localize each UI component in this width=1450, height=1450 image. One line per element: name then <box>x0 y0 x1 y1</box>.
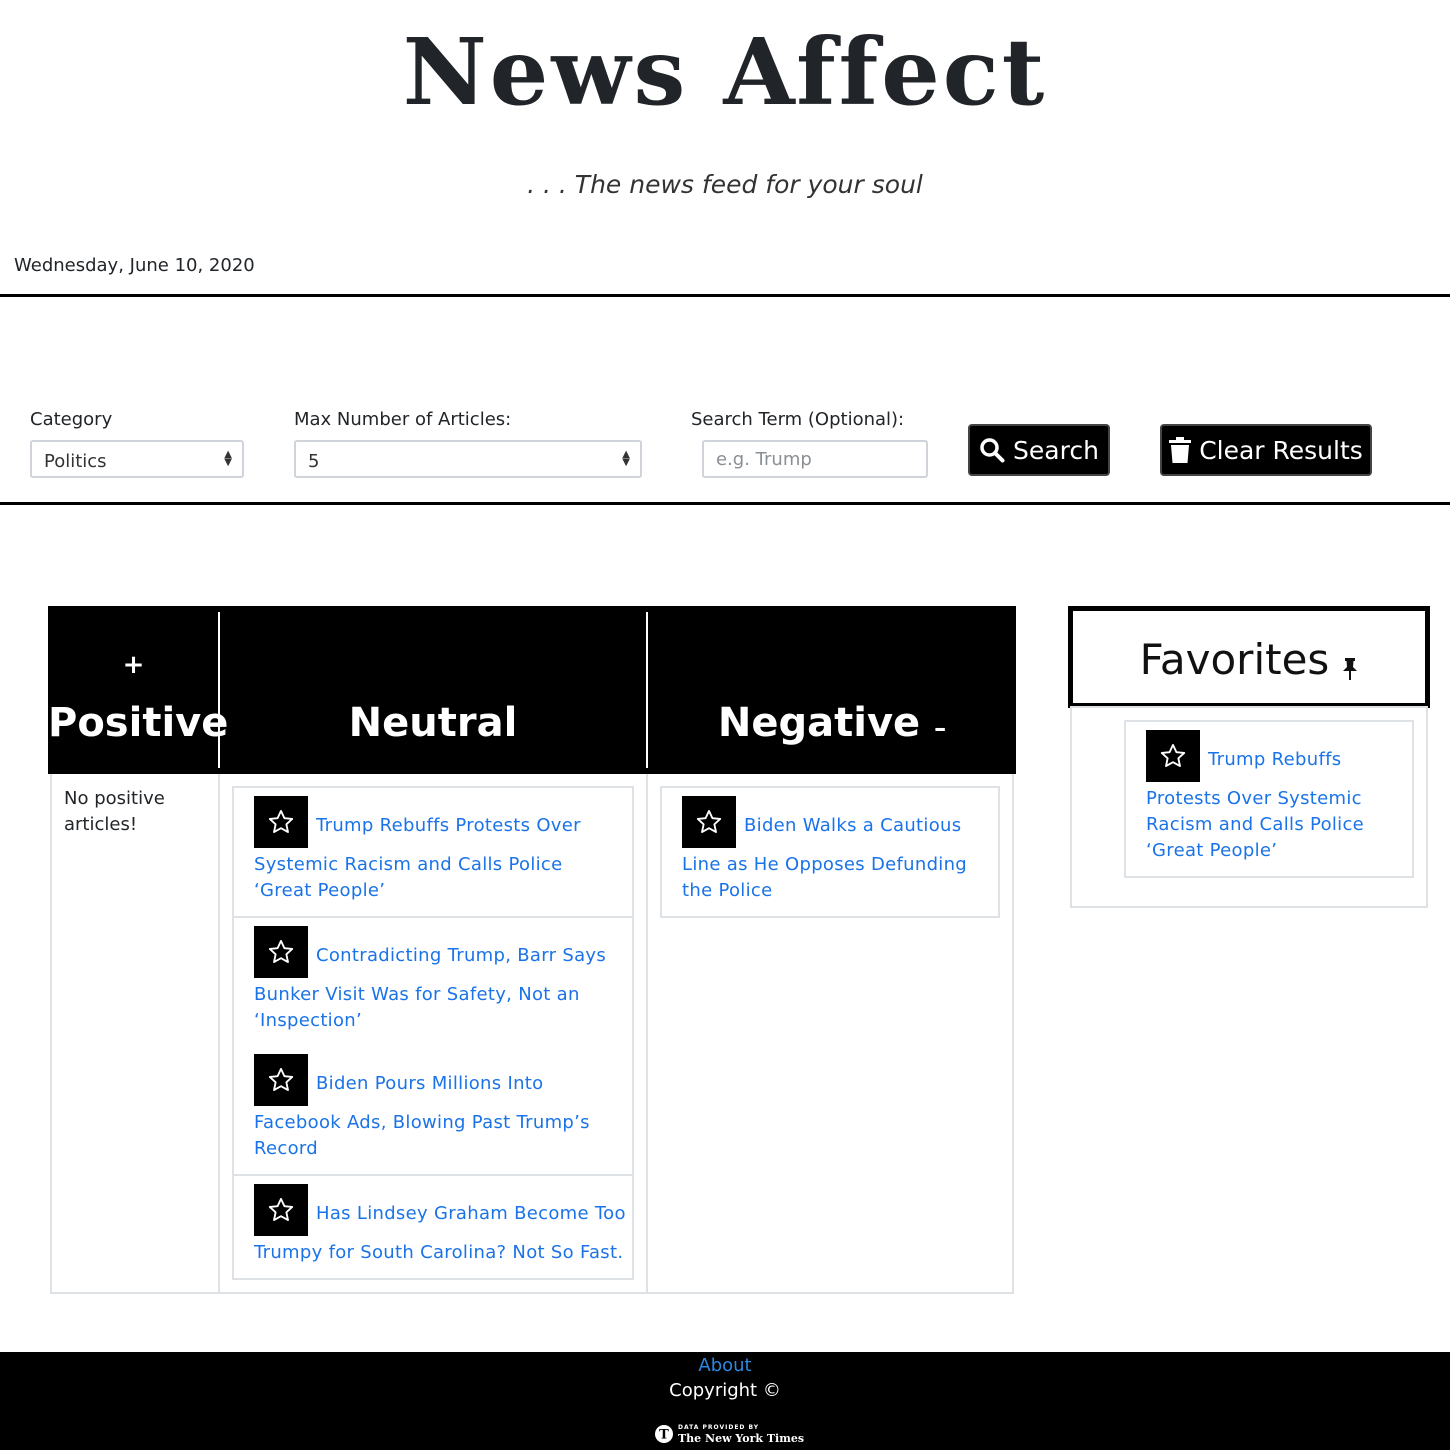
plus-icon: + <box>122 650 145 680</box>
credit-small-text: DATA PROVIDED BY <box>678 1423 760 1431</box>
negative-column-header: Negative – <box>648 606 1016 774</box>
article-link-continued[interactable]: Facebook Ads, Blowing Past Trump’s Recor… <box>254 1110 622 1162</box>
article-link-continued[interactable]: Trumpy for South Carolina? Not So Fast. <box>254 1240 628 1266</box>
search-icon <box>980 438 1005 463</box>
article-link-continued[interactable]: Line as He Opposes Defunding the Police <box>682 852 988 904</box>
positive-column-header: + Positive <box>48 606 229 774</box>
category-label: Category <box>30 409 113 430</box>
nyt-logo-icon: T <box>655 1425 673 1443</box>
nyt-attribution: T DATA PROVIDED BY The New York Times <box>654 1424 804 1444</box>
select-arrows-icon: ▲ ▼ <box>622 449 630 468</box>
copyright-text: Copyright © <box>669 1380 781 1401</box>
star-icon <box>1160 743 1186 767</box>
positive-heading: Positive <box>48 700 229 746</box>
negative-heading-row: Negative – <box>648 700 1016 746</box>
article-link[interactable]: Contradicting Trump, Barr Says <box>316 945 606 966</box>
article-item: Biden Pours Millions Into Facebook Ads, … <box>254 1054 622 1162</box>
article-item: Biden Walks a Cautious Line as He Oppose… <box>682 796 988 904</box>
article-item: Trump Rebuffs Protests Over Systemic Rac… <box>254 796 622 904</box>
max-articles-select[interactable]: 5 ▲ ▼ <box>294 440 642 478</box>
article-link-continued[interactable]: Protests Over Systemic Racism and Calls … <box>1146 786 1402 864</box>
favorite-star-button[interactable] <box>254 926 308 978</box>
category-value: Politics <box>44 451 107 472</box>
article-item: Contradicting Trump, Barr Says Bunker Vi… <box>254 926 622 1034</box>
max-articles-value: 5 <box>308 451 320 472</box>
site-tagline: . . . The news feed for your soul <box>527 170 923 199</box>
search-button-label: Search <box>1013 435 1099 465</box>
article-link[interactable]: Has Lindsey Graham Become Too <box>316 1203 626 1224</box>
article-link-continued[interactable]: Bunker Visit Was for Safety, Not an ‘Ins… <box>254 982 622 1034</box>
star-icon <box>696 809 722 833</box>
search-input[interactable] <box>702 440 928 478</box>
no-positive-articles-text: No positive articles! <box>64 788 165 835</box>
top-divider <box>0 294 1450 297</box>
column-divider <box>218 774 220 1294</box>
max-articles-label: Max Number of Articles: <box>294 409 512 430</box>
select-arrows-icon: ▲ ▼ <box>224 449 232 468</box>
column-divider <box>646 774 648 1294</box>
article-item: Has Lindsey Graham Become Too Trumpy for… <box>254 1184 628 1266</box>
neutral-column-header: Neutral <box>220 606 646 774</box>
negative-heading: Negative <box>717 700 921 746</box>
category-select[interactable]: Politics ▲ ▼ <box>30 440 244 478</box>
star-icon <box>268 939 294 963</box>
filter-divider <box>0 502 1450 505</box>
sentiment-table-header: + Positive Neutral Negative – <box>48 606 1016 774</box>
favorites-title: Favorites <box>1139 635 1330 684</box>
credit-big-text: The New York Times <box>678 1431 805 1445</box>
nyt-credit-text: DATA PROVIDED BY The New York Times <box>678 1423 805 1445</box>
clear-results-button[interactable]: Clear Results <box>1160 424 1372 476</box>
search-button[interactable]: Search <box>968 424 1110 476</box>
favorite-star-button[interactable] <box>254 1184 308 1236</box>
page-footer: About Copyright © T DATA PROVIDED BY The… <box>0 1352 1450 1450</box>
site-title: News Affect <box>402 18 1048 126</box>
favorite-star-button[interactable] <box>254 796 308 848</box>
clear-results-label: Clear Results <box>1199 435 1363 465</box>
trash-icon <box>1169 437 1192 463</box>
article-link-continued[interactable]: Systemic Racism and Calls Police ‘Great … <box>254 852 622 904</box>
favorite-star-button[interactable] <box>254 1054 308 1106</box>
search-term-label: Search Term (Optional): <box>691 409 905 430</box>
neutral-heading: Neutral <box>348 700 518 746</box>
star-icon <box>268 809 294 833</box>
about-link[interactable]: About <box>698 1355 751 1376</box>
minus-icon: – <box>934 714 947 742</box>
favorite-article-item: Trump Rebuffs Protests Over Systemic Rac… <box>1146 730 1402 864</box>
favorite-star-button[interactable] <box>1146 730 1200 782</box>
pushpin-icon <box>1343 658 1358 680</box>
svg-text:T: T <box>659 1428 669 1443</box>
favorite-star-button[interactable] <box>682 796 736 848</box>
article-link[interactable]: Trump Rebuffs Protests Over <box>316 815 581 836</box>
current-date: Wednesday, June 10, 2020 <box>14 255 255 276</box>
article-link[interactable]: Biden Pours Millions Into <box>316 1073 543 1094</box>
favorites-header: Favorites <box>1068 606 1430 708</box>
star-icon <box>268 1197 294 1221</box>
article-link[interactable]: Biden Walks a Cautious <box>744 815 961 836</box>
star-icon <box>268 1067 294 1091</box>
article-link[interactable]: Trump Rebuffs <box>1208 749 1341 770</box>
